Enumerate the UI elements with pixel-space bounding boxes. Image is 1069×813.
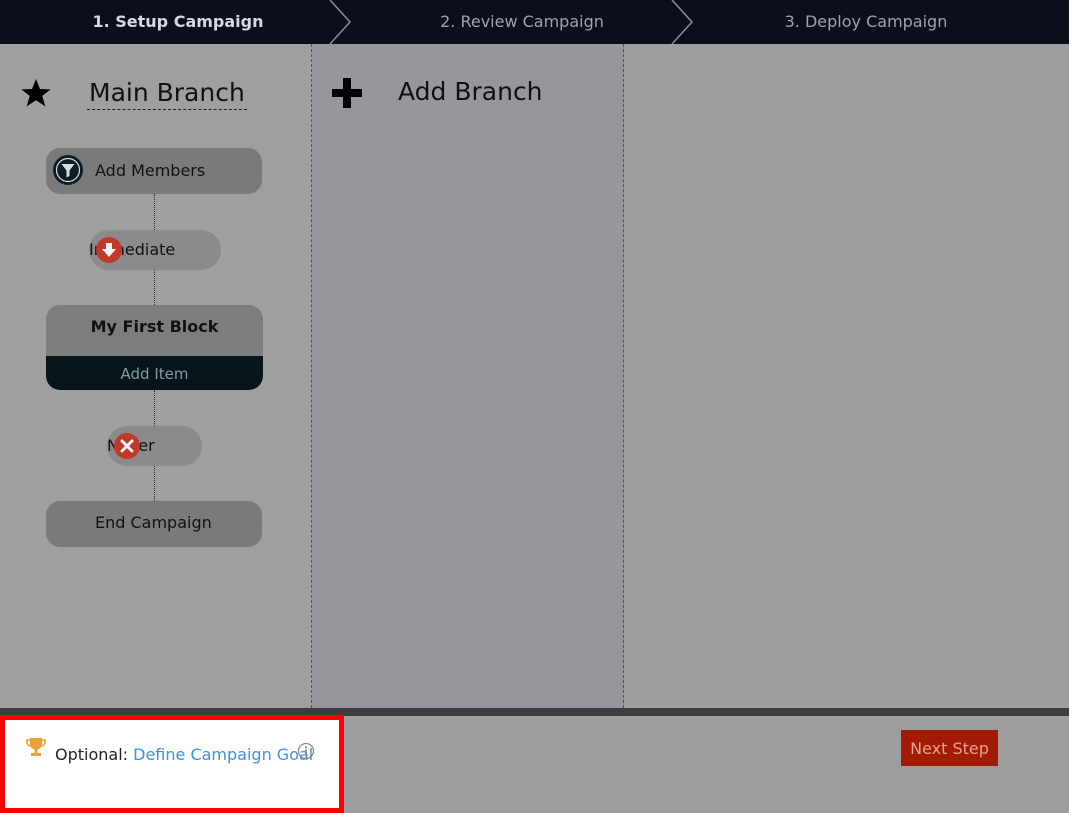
campaign-goal-panel: Optional: Define Campaign Goal — [0, 715, 344, 813]
connector-line — [154, 466, 155, 501]
arrow-down-icon — [96, 237, 122, 263]
main-branch-column: Main Branch Add Members Immediate My Fir… — [0, 44, 312, 708]
connector-line — [154, 194, 155, 230]
add-branch-label: Add Branch — [398, 77, 543, 106]
filter-icon — [53, 155, 83, 185]
info-icon[interactable] — [297, 742, 315, 760]
next-step-button[interactable]: Next Step — [901, 730, 998, 766]
add-members-label: Add Members — [95, 161, 206, 180]
trophy-icon — [26, 738, 46, 756]
immediate-trigger[interactable]: Immediate — [89, 230, 221, 270]
end-campaign-label: End Campaign — [95, 513, 212, 532]
never-exit[interactable]: Never — [107, 426, 202, 466]
step-review-campaign[interactable]: 2. Review Campaign — [344, 0, 700, 44]
add-members-button[interactable]: Add Members — [46, 148, 262, 194]
star-icon — [21, 79, 51, 107]
end-campaign-button[interactable]: End Campaign — [46, 501, 262, 547]
add-branch-column: Add Branch — [312, 44, 624, 708]
block-title[interactable]: My First Block — [46, 305, 263, 356]
campaign-block: My First Block Add Item — [46, 305, 263, 390]
plus-icon — [332, 78, 362, 108]
step-setup-campaign[interactable]: 1. Setup Campaign — [0, 0, 356, 44]
define-campaign-goal-link[interactable]: Define Campaign Goal — [133, 745, 313, 764]
connector-line — [154, 270, 155, 305]
add-item-button[interactable]: Add Item — [46, 356, 263, 390]
main-branch-name[interactable]: Main Branch — [87, 77, 247, 110]
optional-label: Optional: — [55, 745, 129, 764]
close-circle-icon — [114, 433, 140, 459]
step-bar: 1. Setup Campaign 2. Review Campaign 3. … — [0, 0, 1069, 44]
step-deploy-campaign[interactable]: 3. Deploy Campaign — [688, 0, 1044, 44]
campaign-goal-text: Optional: Define Campaign Goal — [55, 745, 313, 764]
empty-branch-area — [624, 44, 1069, 708]
connector-line — [154, 390, 155, 426]
